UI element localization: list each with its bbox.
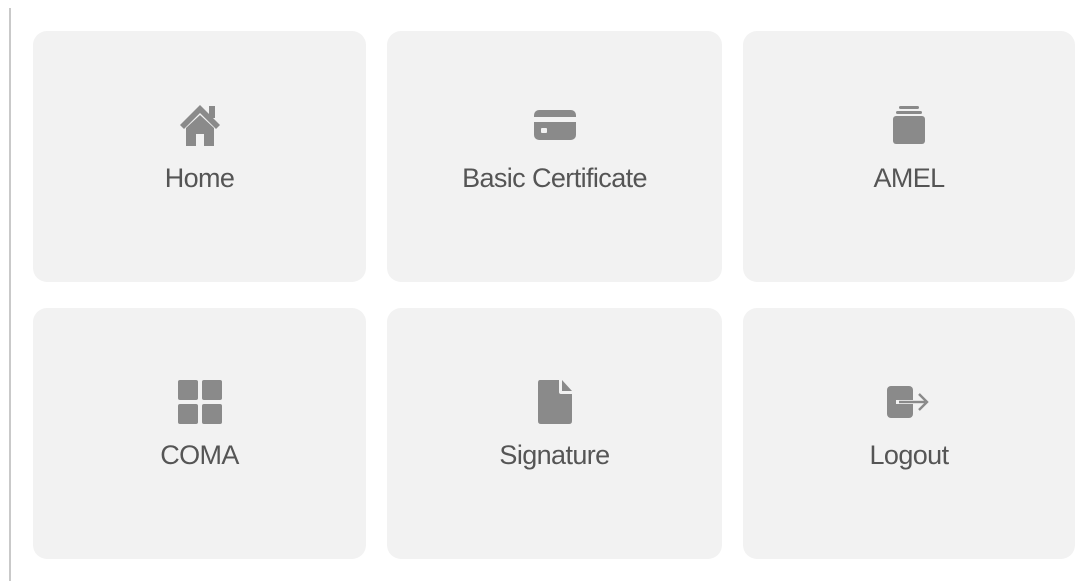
credit-card-icon (528, 98, 582, 152)
coma-tile[interactable]: COMA (33, 308, 366, 559)
file-icon (528, 375, 582, 429)
grid-icon (173, 375, 227, 429)
logout-icon (882, 375, 936, 429)
signature-label: Signature (499, 440, 610, 470)
logout-tile[interactable]: Logout (743, 308, 1075, 559)
amel-label: AMEL (873, 163, 945, 193)
logout-label: Logout (869, 440, 950, 470)
basic-certificate-tile[interactable]: Basic Certificate (387, 31, 722, 282)
left-divider (9, 8, 11, 581)
signature-tile[interactable]: Signature (387, 308, 722, 559)
stack-icon (882, 98, 936, 152)
tile-grid: Home Basic Certificate AMEL COMA Signatu… (33, 31, 1075, 559)
home-icon (173, 98, 227, 152)
amel-tile[interactable]: AMEL (743, 31, 1075, 282)
home-tile[interactable]: Home (33, 31, 366, 282)
coma-label: COMA (160, 440, 239, 470)
basic-certificate-label: Basic Certificate (462, 163, 647, 193)
home-label: Home (164, 163, 235, 193)
